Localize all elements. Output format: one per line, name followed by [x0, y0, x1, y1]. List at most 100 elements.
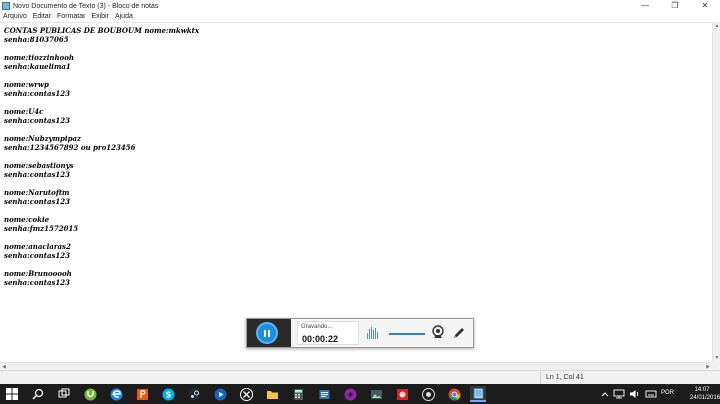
skype-icon: S: [162, 388, 174, 400]
windows-taskbar: S POR 14:07 24/01/2016: [0, 384, 720, 404]
pen-icon: [454, 328, 464, 338]
utorrent-icon: [84, 388, 96, 400]
text-line: senha:kauelima1: [4, 62, 71, 71]
network-icon: [613, 389, 625, 399]
text-line: nome:sebastionys: [4, 161, 74, 170]
webcam-icon: [432, 325, 444, 338]
taskbar-edge[interactable]: [108, 386, 124, 402]
taskbar-skype[interactable]: S: [160, 386, 176, 402]
search-button[interactable]: [30, 386, 46, 402]
window-title: Novo Documento de Texto (3) - Bloco de n…: [13, 2, 159, 10]
recording-status: Gravando...: [301, 324, 333, 330]
xbox-icon: [239, 387, 253, 401]
text-line: CONTAS PUBLICAS DE BOUBOUM nome:mkwktx: [4, 26, 200, 35]
taskbar-media-player[interactable]: [212, 386, 228, 402]
notepad-icon: [2, 2, 10, 10]
webcam-button[interactable]: [431, 325, 445, 341]
start-button[interactable]: [4, 386, 20, 402]
menu-arquivo[interactable]: Arquivo: [0, 12, 30, 22]
calculator-icon: [293, 388, 303, 400]
status-bar: Ln 1, Col 41: [0, 370, 720, 384]
text-line: senha:contas123: [4, 170, 71, 179]
volume-slider[interactable]: [389, 332, 425, 336]
taskbar-burp[interactable]: [134, 386, 150, 402]
menu-ajuda[interactable]: Ajuda: [112, 12, 136, 22]
camera-icon: [421, 387, 435, 401]
status-divider: [540, 372, 541, 384]
taskbar-xbox[interactable]: [238, 386, 254, 402]
text-editor[interactable]: CONTAS PUBLICAS DE BOUBOUM nome:mkwktx se…: [0, 22, 712, 362]
taskbar-steam[interactable]: [186, 386, 202, 402]
text-line: senha:contas123: [4, 197, 71, 206]
input-language[interactable]: POR: [661, 390, 674, 396]
taskbar-app-five[interactable]: [394, 386, 410, 402]
taskbar-chrome[interactable]: [446, 386, 462, 402]
minimize-button[interactable]: —: [630, 0, 660, 12]
speaker-icon: [630, 390, 639, 398]
tray-network[interactable]: [611, 386, 627, 402]
horizontal-scrollbar[interactable]: ◀ ▶: [0, 362, 712, 370]
text-line: nome:U4c: [4, 107, 44, 116]
pause-recording-button[interactable]: [256, 322, 278, 344]
disc-icon: [344, 388, 356, 400]
text-line: senha:contas123: [4, 251, 71, 260]
taskbar-app-four[interactable]: [368, 386, 384, 402]
taskbar-calculator[interactable]: [290, 386, 306, 402]
menu-bar: Arquivo Editar Formatar Exibir Ajuda: [0, 12, 720, 22]
text-line: nome:tiozzinhooh: [4, 53, 74, 62]
menu-exibir[interactable]: Exibir: [88, 12, 112, 22]
clock-date: 24/01/2016: [690, 395, 720, 401]
chevron-up-icon: [601, 392, 609, 397]
text-line: nome:Nubzympipaz: [4, 134, 81, 143]
scroll-corner: [712, 362, 720, 370]
text-line: senha:contas123: [4, 116, 71, 125]
draw-button[interactable]: [452, 326, 466, 340]
text-line: nome:wrwp: [4, 80, 49, 89]
svg-text:S: S: [165, 390, 171, 399]
taskbar-notepad[interactable]: [470, 386, 486, 402]
system-clock[interactable]: 14:07 24/01/2016: [690, 386, 720, 402]
scroll-up-icon[interactable]: ▲: [713, 22, 720, 30]
taskbar-explorer[interactable]: [264, 386, 280, 402]
task-view-button[interactable]: [56, 386, 72, 402]
text-line: senha:contas123: [4, 278, 71, 287]
tray-volume[interactable]: [627, 386, 643, 402]
vertical-scrollbar[interactable]: ▲ ▼: [712, 22, 720, 362]
menu-editar[interactable]: Editar: [30, 12, 54, 22]
taskbar-utorrent[interactable]: [82, 386, 98, 402]
menu-formatar[interactable]: Formatar: [54, 12, 88, 22]
scroll-down-icon[interactable]: ▼: [713, 354, 720, 362]
image-icon: [370, 389, 382, 399]
search-icon: [32, 388, 44, 400]
edge-icon: [110, 388, 122, 400]
close-button[interactable]: ✕: [690, 0, 720, 12]
restore-button[interactable]: ❐: [660, 0, 690, 12]
app-icon: [319, 389, 329, 399]
volume-track: [389, 333, 425, 335]
windows-logo-icon: [6, 388, 18, 400]
task-view-icon: [58, 388, 70, 398]
chrome-icon: [448, 388, 460, 401]
text-line: nome:Brunooooh: [4, 269, 72, 278]
steam-icon: [188, 388, 200, 400]
clock-time: 14:07: [694, 387, 710, 393]
recording-info: Gravando... 00:00:22: [297, 321, 359, 345]
audio-level-icon: [367, 327, 379, 339]
taskbar-app-three[interactable]: [342, 386, 358, 402]
recorder-control-panel: [247, 319, 291, 347]
text-line: nome:Narutoftm: [4, 188, 70, 197]
text-line: senha:fmz1572015: [4, 224, 79, 233]
recording-timer: 00:00:22: [302, 334, 339, 344]
tray-keyboard[interactable]: [643, 386, 659, 402]
taskbar-app-two[interactable]: [316, 386, 332, 402]
taskbar-app-six[interactable]: [420, 386, 436, 402]
document-text[interactable]: CONTAS PUBLICAS DE BOUBOUM nome:mkwktx se…: [4, 26, 199, 287]
